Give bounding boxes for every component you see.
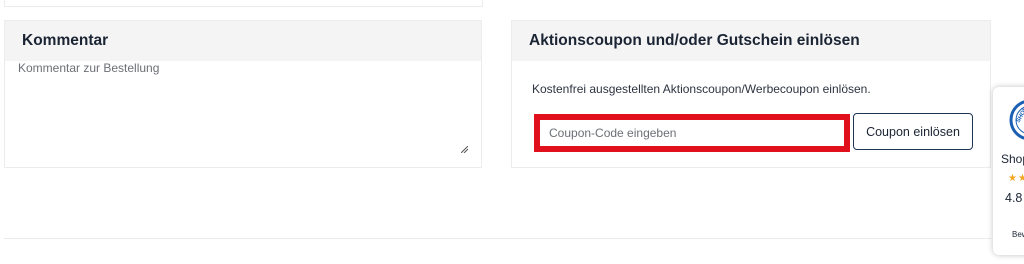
coupon-card: Aktionscoupon und/oder Gutschein einlöse…	[511, 20, 991, 168]
resize-handle-icon[interactable]	[461, 146, 468, 153]
comment-textarea[interactable]	[6, 62, 480, 166]
comment-card-title: Kommentar	[22, 32, 109, 49]
shopvote-seal-icon: SHOP	[1009, 100, 1024, 140]
trust-badge-widget[interactable]: SHOP Shop ★★ 4.8 Bew	[993, 87, 1024, 255]
trust-badge-stars: ★★	[1008, 173, 1024, 184]
comment-card: Kommentar	[4, 20, 482, 168]
coupon-description: Kostenfrei ausgestellten Aktionscoupon/W…	[532, 82, 871, 96]
redeem-coupon-button[interactable]: Coupon einlösen	[853, 113, 973, 150]
coupon-card-title: Aktionscoupon und/oder Gutschein einlöse…	[529, 32, 860, 49]
trust-badge-name: Shop	[1001, 152, 1024, 166]
section-divider	[4, 238, 991, 239]
coupon-code-input[interactable]	[534, 114, 850, 152]
coupon-card-header: Aktionscoupon und/oder Gutschein einlöse…	[512, 21, 990, 61]
comment-placeholder: Kommentar zur Bestellung	[18, 61, 160, 75]
previous-card-bottom	[4, 0, 483, 7]
trust-badge-reviews-label: Bew	[1012, 230, 1024, 239]
comment-card-header: Kommentar	[5, 21, 481, 61]
trust-badge-score: 4.8	[1005, 191, 1023, 205]
checkout-page: Kommentar Kommentar zur Bestellung Aktio…	[0, 0, 1024, 264]
